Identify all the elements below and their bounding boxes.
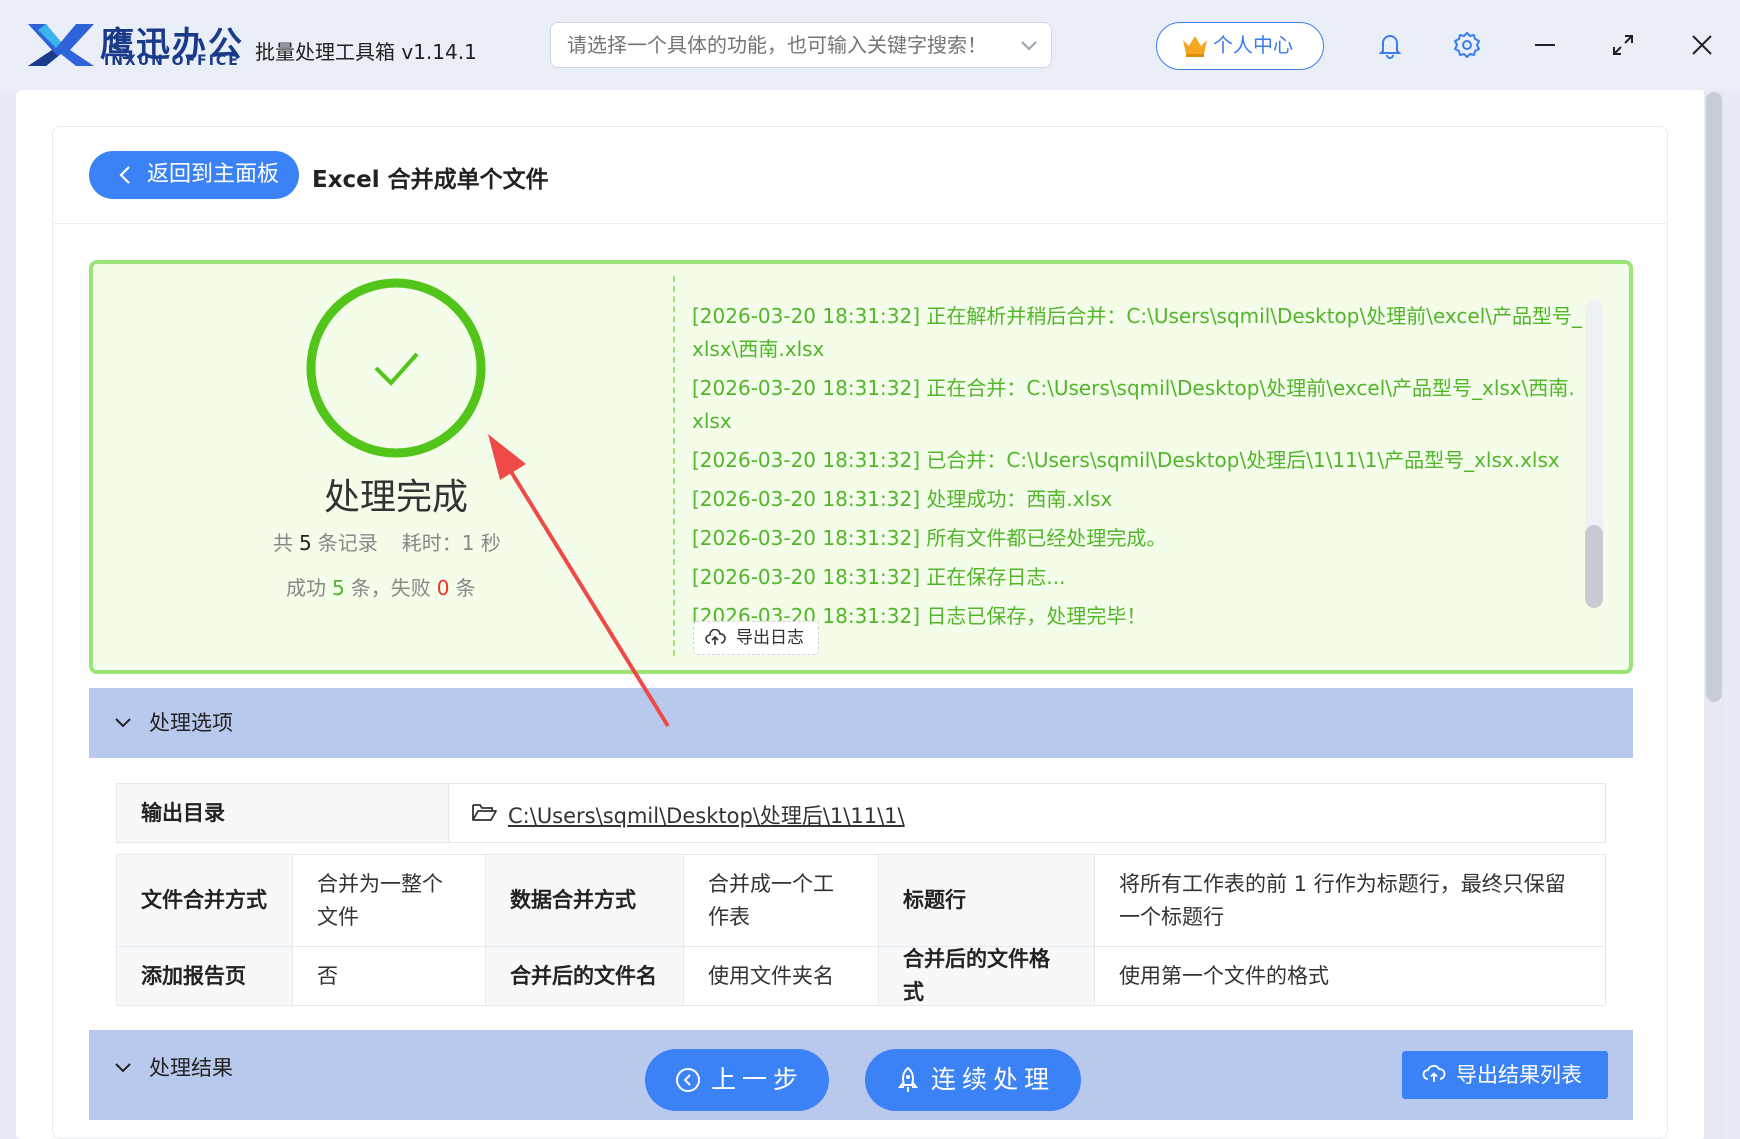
merged-format-value: 使用第一个文件的格式 — [1119, 963, 1329, 988]
report-page-value: 否 — [293, 947, 486, 1005]
log-line: [2026-03-20 18:31:32] 正在保存日志... — [692, 565, 1066, 589]
total-count: 5 — [299, 531, 312, 555]
time-value: 1 秒 — [461, 531, 501, 555]
report-page-label: 添加报告页 — [117, 947, 293, 1005]
fail-suffix: 条 — [455, 576, 476, 600]
success-prefix: 成功 — [286, 576, 326, 600]
status-title: 处理完成 — [323, 477, 468, 518]
chevron-down-icon[interactable] — [113, 1060, 133, 1076]
log-line: [2026-03-20 18:31:32] 所有文件都已经处理完成。 — [692, 526, 1167, 550]
chevron-left-icon — [119, 166, 130, 184]
success-check-icon — [306, 278, 486, 458]
previous-step-button[interactable]: 上一步 — [645, 1049, 829, 1111]
data-merge-value: 合并成一个工作表 — [684, 855, 879, 947]
data-merge-label: 数据合并方式 — [486, 855, 684, 947]
merge-mode-value: 合并为一整个文件 — [293, 855, 486, 947]
success-fail-stats: 成功 5 条，失败 0 条 — [286, 572, 475, 601]
brand-name-en: INXUN OFFICE — [104, 53, 240, 69]
success-count: 5 — [332, 576, 345, 600]
log-line: [2026-03-20 18:31:32] 正在合并：C:\Users\sqmi… — [692, 376, 1575, 433]
options-grid: 文件合并方式 合并为一整个文件 数据合并方式 合并成一个工作表 标题行 将所有工… — [116, 854, 1606, 1006]
log-scrollbar-thumb[interactable] — [1585, 525, 1603, 608]
page-scrollbar-thumb[interactable] — [1706, 92, 1722, 702]
feature-search-input[interactable] — [550, 22, 1052, 68]
bell-icon[interactable] — [1375, 30, 1405, 60]
cloud-upload-icon — [1422, 1064, 1446, 1082]
options-section-header[interactable]: 处理选项 — [89, 688, 1633, 758]
header-row-value: 将所有工作表的前 1 行作为标题行，最终只保留一个标题行 — [1095, 855, 1605, 947]
log-line: [2026-03-20 18:31:32] 正在解析并稍后合并：C:\Users… — [692, 304, 1582, 361]
record-stats: 共 5 条记录 耗时：1 秒 — [273, 527, 501, 556]
total-prefix: 共 — [273, 531, 293, 555]
app-title: 批量处理工具箱 v1.14.1 — [255, 40, 477, 64]
rocket-icon — [897, 1066, 919, 1092]
crown-icon — [1183, 36, 1207, 57]
output-dir-label: 输出目录 — [117, 784, 449, 842]
maximize-icon[interactable] — [1608, 30, 1638, 60]
gear-icon[interactable] — [1452, 30, 1482, 60]
time-label: 耗时： — [401, 531, 462, 555]
log-line: [2026-03-20 18:31:32] 已合并：C:\Users\sqmil… — [692, 448, 1560, 472]
output-dir-link[interactable]: C:\Users\sqmil\Desktop\处理后\1\11\1\ — [508, 800, 905, 830]
header-row-label: 标题行 — [879, 855, 1095, 947]
cloud-upload-icon — [705, 629, 726, 645]
merged-name-label: 合并后的文件名 — [486, 947, 684, 1005]
folder-open-icon — [472, 804, 497, 821]
chevron-down-icon[interactable] — [1018, 34, 1040, 56]
log-line: [2026-03-20 18:31:32] 日志已保存，处理完毕！ — [692, 604, 1147, 628]
circle-left-icon — [676, 1068, 700, 1092]
log-divider — [673, 276, 675, 656]
close-icon[interactable] — [1687, 30, 1717, 60]
minimize-icon[interactable] — [1530, 30, 1560, 60]
merged-name-value: 使用文件夹名 — [684, 947, 879, 1005]
fail-count: 0 — [436, 576, 450, 600]
header-divider — [52, 223, 1668, 224]
total-suffix: 条记录 — [317, 531, 378, 555]
log-line: [2026-03-20 18:31:32] 处理成功：西南.xlsx — [692, 487, 1113, 511]
inxun-logo-icon — [28, 24, 94, 66]
chevron-down-icon[interactable] — [113, 715, 133, 731]
page-title: Excel 合并成单个文件 — [312, 167, 549, 193]
process-log[interactable]: [2026-03-20 18:31:32] 正在解析并稍后合并：C:\Users… — [692, 300, 1582, 639]
merged-format-label: 合并后的文件格式 — [879, 947, 1095, 1005]
success-suffix: 条，失败 — [350, 576, 431, 600]
merge-mode-label: 文件合并方式 — [117, 855, 293, 947]
